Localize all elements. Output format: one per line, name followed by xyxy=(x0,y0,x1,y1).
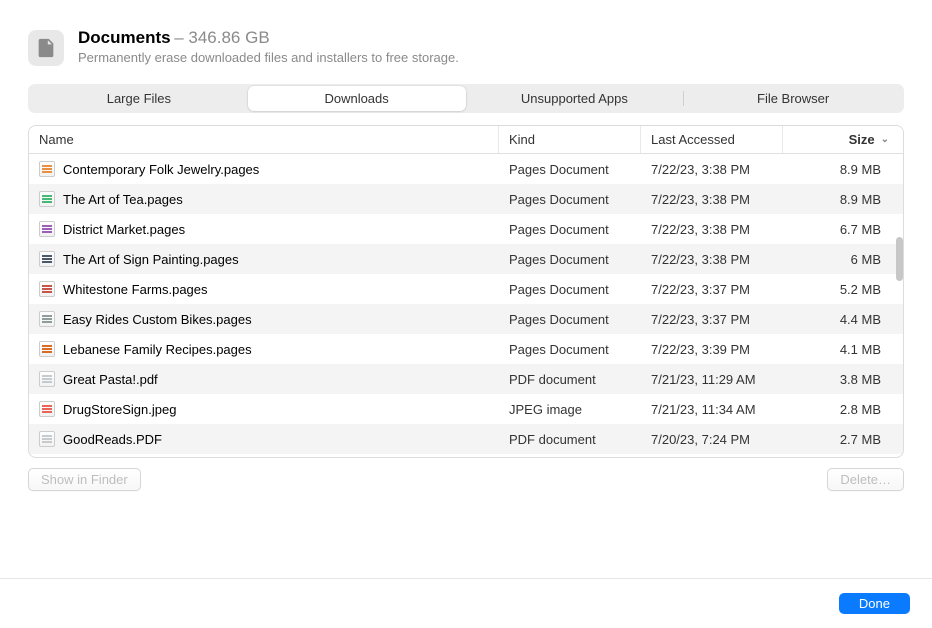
table-row[interactable]: The Art of Tea.pages Pages Document7/22/2… xyxy=(29,184,903,214)
column-kind[interactable]: Kind xyxy=(499,126,641,153)
file-last-accessed: 7/22/23, 3:37 PM xyxy=(641,312,783,327)
file-icon xyxy=(39,161,55,177)
table-row[interactable]: DrugStoreSign.jpeg JPEG image7/21/23, 11:… xyxy=(29,394,903,424)
tab-large-files[interactable]: Large Files xyxy=(30,86,248,111)
file-table: Name Kind Last Accessed Size ⌄ Contempor… xyxy=(28,125,904,458)
file-kind: PDF document xyxy=(499,432,641,447)
file-last-accessed: 7/21/23, 11:34 AM xyxy=(641,402,783,417)
file-last-accessed: 7/22/23, 3:38 PM xyxy=(641,192,783,207)
file-last-accessed: 7/22/23, 3:37 PM xyxy=(641,282,783,297)
table-body[interactable]: Contemporary Folk Jewelry.pages Pages Doc… xyxy=(29,154,903,457)
file-size: 5.2 MB xyxy=(783,282,903,297)
column-last-accessed[interactable]: Last Accessed xyxy=(641,126,783,153)
file-name: DrugStoreSign.jpeg xyxy=(63,402,176,417)
file-name: Easy Rides Custom Bikes.pages xyxy=(63,312,252,327)
file-name: Contemporary Folk Jewelry.pages xyxy=(63,162,259,177)
file-name: The Art of Sign Painting.pages xyxy=(63,252,239,267)
table-row[interactable]: Lebanese Family Recipes.pages Pages Docum… xyxy=(29,334,903,364)
file-last-accessed: 7/22/23, 3:38 PM xyxy=(641,222,783,237)
file-size: 6 MB xyxy=(783,252,903,267)
file-name: GoodReads.PDF xyxy=(63,432,162,447)
file-size: 6.7 MB xyxy=(783,222,903,237)
table-row[interactable]: The Art of Sign Painting.pages Pages Docu… xyxy=(29,244,903,274)
table-row[interactable]: Contemporary Folk Jewelry.pages Pages Doc… xyxy=(29,154,903,184)
chevron-down-icon: ⌄ xyxy=(881,134,889,145)
file-name: Whitestone Farms.pages xyxy=(63,282,208,297)
show-in-finder-button[interactable]: Show in Finder xyxy=(28,468,141,491)
file-size: 8.9 MB xyxy=(783,192,903,207)
file-kind: Pages Document xyxy=(499,282,641,297)
page-subtitle: Permanently erase downloaded files and i… xyxy=(78,50,459,65)
file-icon xyxy=(39,341,55,357)
file-name: The Art of Tea.pages xyxy=(63,192,183,207)
tab-unsupported-apps[interactable]: Unsupported Apps xyxy=(466,86,684,111)
column-size[interactable]: Size ⌄ xyxy=(783,126,903,153)
file-size: 4.1 MB xyxy=(783,342,903,357)
file-icon xyxy=(39,371,55,387)
file-kind: Pages Document xyxy=(499,312,641,327)
file-kind: Pages Document xyxy=(499,252,641,267)
file-size: 2.8 MB xyxy=(783,402,903,417)
tab-downloads[interactable]: Downloads xyxy=(248,86,466,111)
file-name: Lebanese Family Recipes.pages xyxy=(63,342,252,357)
file-last-accessed: 7/22/23, 3:38 PM xyxy=(641,252,783,267)
file-icon xyxy=(39,431,55,447)
file-last-accessed: 7/22/23, 3:38 PM xyxy=(641,162,783,177)
file-icon xyxy=(39,221,55,237)
file-kind: Pages Document xyxy=(499,222,641,237)
file-kind: Pages Document xyxy=(499,342,641,357)
tab-file-browser[interactable]: File Browser xyxy=(684,86,902,111)
column-name[interactable]: Name xyxy=(29,126,499,153)
file-name: District Market.pages xyxy=(63,222,185,237)
file-icon xyxy=(39,191,55,207)
file-last-accessed: 7/21/23, 11:29 AM xyxy=(641,372,783,387)
file-size: 8.9 MB xyxy=(783,162,903,177)
category-tabs: Large Files Downloads Unsupported Apps F… xyxy=(28,84,904,113)
file-size: 2.7 MB xyxy=(783,432,903,447)
documents-icon xyxy=(28,30,64,66)
file-size: 3.8 MB xyxy=(783,372,903,387)
file-size: 4.4 MB xyxy=(783,312,903,327)
table-row[interactable]: Easy Rides Custom Bikes.pages Pages Docum… xyxy=(29,304,903,334)
file-icon xyxy=(39,311,55,327)
done-button[interactable]: Done xyxy=(839,593,910,614)
file-icon xyxy=(39,401,55,417)
file-kind: JPEG image xyxy=(499,402,641,417)
table-row[interactable]: GoodReads.PDF PDF document7/20/23, 7:24 P… xyxy=(29,424,903,454)
bottom-bar: Done xyxy=(0,578,932,628)
storage-size: – 346.86 GB xyxy=(174,28,269,47)
file-last-accessed: 7/20/23, 7:24 PM xyxy=(641,432,783,447)
table-row[interactable]: District Market.pages Pages Document7/22/… xyxy=(29,214,903,244)
scrollbar[interactable] xyxy=(896,237,903,281)
file-kind: Pages Document xyxy=(499,192,641,207)
file-icon xyxy=(39,251,55,267)
table-header: Name Kind Last Accessed Size ⌄ xyxy=(29,126,903,154)
file-kind: PDF document xyxy=(499,372,641,387)
file-name: Great Pasta!.pdf xyxy=(63,372,158,387)
file-kind: Pages Document xyxy=(499,162,641,177)
delete-button[interactable]: Delete… xyxy=(827,468,904,491)
table-row[interactable]: Whitestone Farms.pages Pages Document7/22… xyxy=(29,274,903,304)
file-icon xyxy=(39,281,55,297)
table-row[interactable]: Great Pasta!.pdf PDF document7/21/23, 11:… xyxy=(29,364,903,394)
page-title: Documents xyxy=(78,28,171,47)
header: Documents – 346.86 GB Permanently erase … xyxy=(28,28,904,66)
file-last-accessed: 7/22/23, 3:39 PM xyxy=(641,342,783,357)
